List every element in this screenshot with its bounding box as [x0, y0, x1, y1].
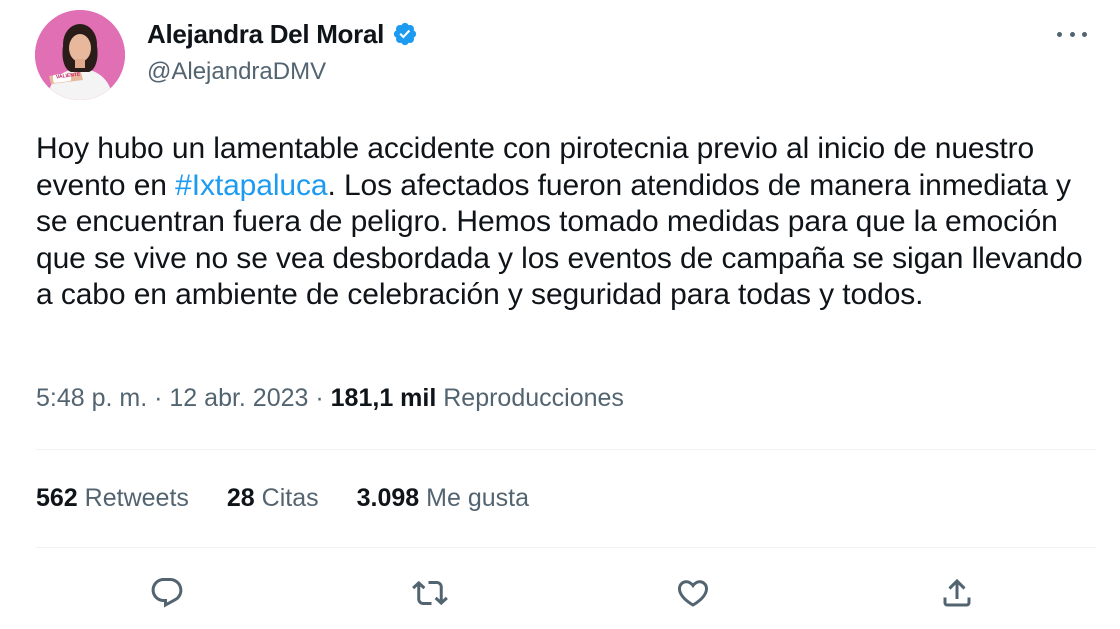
- retweet-icon: [412, 580, 448, 606]
- likes-count: 3.098: [356, 484, 420, 512]
- quotes-label: Citas: [261, 484, 319, 512]
- avatar[interactable]: VALIENTE: [35, 10, 125, 100]
- views-label: Reproducciones: [443, 384, 624, 412]
- heart-icon: [677, 580, 709, 607]
- quotes-count: 28: [226, 484, 255, 512]
- views-count: 181,1 mil: [330, 384, 437, 412]
- meta-separator: ·: [315, 384, 324, 412]
- avatar-photo: [35, 10, 125, 100]
- author-display-name[interactable]: Alejandra Del Moral: [147, 19, 384, 50]
- engagement-stats: 562 Retweets 28 Citas 3.098 Me gusta: [36, 484, 567, 513]
- hashtag-link[interactable]: #Ixtapaluca: [175, 169, 327, 202]
- tweet-text: Hoy hubo un lamentable accidente con pir…: [36, 131, 1096, 314]
- like-button[interactable]: [673, 573, 713, 613]
- divider: [36, 449, 1096, 450]
- more-dot: [1069, 31, 1075, 37]
- author-handle[interactable]: @AlejandraDMV: [147, 58, 326, 86]
- more-dot: [1082, 31, 1087, 37]
- retweets-label: Retweets: [84, 484, 189, 512]
- reply-button[interactable]: [147, 573, 187, 613]
- author-name-row: Alejandra Del Moral: [147, 18, 418, 50]
- tweet-meta: 5:48 p. m. · 12 abr. 2023 · 181,1 mil Re…: [36, 384, 624, 413]
- meta-separator: ·: [154, 384, 163, 412]
- tweet-date[interactable]: 12 abr. 2023: [169, 384, 308, 412]
- verified-badge-icon[interactable]: [392, 21, 418, 47]
- retweet-button[interactable]: [410, 573, 450, 613]
- retweets-count: 562: [36, 484, 78, 512]
- likes-stat[interactable]: 3.098 Me gusta: [357, 484, 529, 513]
- share-icon: [943, 578, 971, 607]
- tweet-time[interactable]: 5:48 p. m.: [36, 384, 147, 412]
- likes-label: Me gusta: [426, 484, 529, 512]
- divider: [36, 547, 1096, 548]
- quotes-stat[interactable]: 28 Citas: [227, 484, 319, 513]
- retweets-stat[interactable]: 562 Retweets: [36, 484, 189, 513]
- more-dot: [1057, 31, 1062, 37]
- share-button[interactable]: [937, 573, 977, 613]
- more-options-icon[interactable]: [1057, 24, 1087, 44]
- reply-icon: [151, 578, 183, 608]
